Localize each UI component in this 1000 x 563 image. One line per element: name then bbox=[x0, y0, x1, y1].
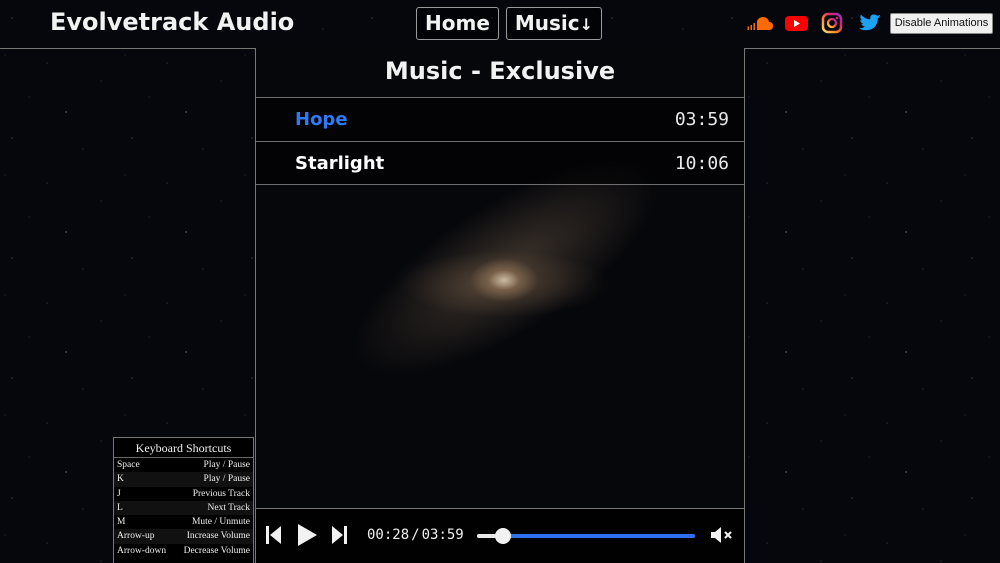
audio-player: 00:28/03:59 bbox=[256, 508, 744, 563]
mute-icon[interactable] bbox=[710, 525, 734, 549]
shortcut-key: Space bbox=[117, 460, 140, 470]
track-list: Hope 03:59 Starlight 10:06 bbox=[256, 97, 744, 185]
current-time: 00:28 bbox=[367, 527, 410, 543]
seek-slider[interactable] bbox=[477, 528, 695, 544]
youtube-icon[interactable] bbox=[784, 12, 809, 34]
track-duration: 10:06 bbox=[674, 153, 729, 174]
time-separator: / bbox=[411, 527, 420, 543]
play-icon[interactable] bbox=[296, 522, 318, 552]
shortcut-action: Next Track bbox=[207, 502, 251, 513]
total-time: 03:59 bbox=[421, 527, 464, 543]
social-links bbox=[747, 12, 883, 34]
nav-music-label: Music bbox=[514, 11, 580, 35]
seek-thumb[interactable] bbox=[494, 528, 511, 544]
time-display: 00:28/03:59 bbox=[367, 527, 464, 543]
track-item[interactable]: Starlight 10:06 bbox=[256, 141, 744, 185]
top-bar: Evolvetrack Audio Home Music↓ Disable An… bbox=[0, 0, 1000, 48]
arrow-down-icon: ↓ bbox=[579, 15, 594, 34]
shortcut-row: K Play / Pause bbox=[114, 472, 253, 487]
track-name: Hope bbox=[295, 109, 348, 130]
page-title: Music - Exclusive bbox=[384, 57, 616, 85]
keyboard-shortcuts-panel: Keyboard Shortcuts Space Play / Pause K Pl… bbox=[113, 437, 254, 563]
shortcut-action: Decrease Volume bbox=[183, 545, 250, 556]
nav-home-label: Home bbox=[425, 11, 490, 35]
nav-music-button[interactable]: Music↓ bbox=[505, 7, 603, 40]
shortcuts-list: Space Play / Pause K Play / Pause J Previou… bbox=[114, 458, 253, 558]
instagram-icon[interactable] bbox=[821, 12, 846, 34]
shortcut-row: Arrow-up Increase Volume bbox=[114, 529, 253, 544]
soundcloud-icon[interactable] bbox=[747, 12, 773, 34]
shortcut-key: K bbox=[117, 474, 124, 485]
shortcut-row: L Next Track bbox=[114, 500, 253, 516]
shortcut-action: Previous Track bbox=[192, 488, 250, 499]
shortcut-row: Arrow-down Decrease Volume bbox=[114, 544, 253, 558]
previous-track-icon[interactable] bbox=[265, 523, 283, 551]
shortcut-row: J Previous Track bbox=[114, 487, 253, 501]
right-panel bbox=[744, 48, 1000, 563]
shortcut-action: Increase Volume bbox=[186, 531, 250, 542]
track-duration: 03:59 bbox=[674, 109, 729, 130]
shortcut-key: Arrow-down bbox=[117, 545, 167, 556]
shortcut-key: L bbox=[117, 502, 123, 513]
track-name: Starlight bbox=[295, 153, 385, 174]
music-panel: Music - Exclusive Hope 03:59 Starlight 1… bbox=[256, 48, 744, 563]
shortcut-row: Space Play / Pause bbox=[114, 458, 253, 472]
next-track-icon[interactable] bbox=[330, 523, 348, 551]
site-title[interactable]: Evolvetrack Audio bbox=[50, 8, 294, 36]
shortcut-key: J bbox=[117, 488, 121, 499]
shortcut-action: Mute / Unmute bbox=[191, 517, 250, 528]
shortcut-key: M bbox=[117, 517, 126, 528]
main-nav: Home Music↓ bbox=[416, 7, 603, 40]
shortcut-row: M Mute / Unmute bbox=[114, 515, 253, 529]
track-item[interactable]: Hope 03:59 bbox=[256, 97, 744, 141]
nav-home-button[interactable]: Home bbox=[416, 7, 499, 40]
disable-animations-button[interactable]: Disable Animations bbox=[890, 13, 993, 34]
shortcut-action: Play / Pause bbox=[203, 474, 250, 485]
shortcuts-title: Keyboard Shortcuts bbox=[114, 438, 253, 458]
twitter-icon[interactable] bbox=[858, 12, 883, 34]
shortcut-action: Play / Pause bbox=[203, 460, 250, 470]
shortcut-key: Arrow-up bbox=[117, 531, 155, 542]
